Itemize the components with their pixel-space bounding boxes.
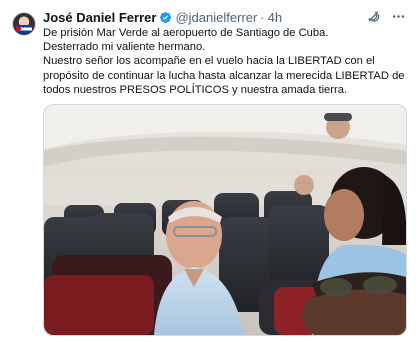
flag-triangle xyxy=(16,25,22,33)
author-meta: @jdanielferrer · 4h xyxy=(175,10,282,25)
tweet-header: José Daniel Ferrer @jdanielferrer · 4h xyxy=(43,9,282,25)
tweet-text: De prisión Mar Verde al aeropuerto de Sa… xyxy=(43,26,411,97)
airplane-cabin-photo xyxy=(44,105,406,335)
avatar[interactable] xyxy=(12,12,36,36)
author-handle[interactable]: @jdanielferrer xyxy=(175,10,257,25)
tweet: José Daniel Ferrer @jdanielferrer · 4h De … xyxy=(0,0,420,342)
tweet-line: De prisión Mar Verde al aeropuerto de Sa… xyxy=(43,27,329,39)
tweet-media-photo[interactable] xyxy=(43,104,407,336)
tweet-line: Desterrado mi valiente hermano. xyxy=(43,41,206,54)
tweet-time[interactable]: 4h xyxy=(268,10,282,25)
tweet-actions-top xyxy=(366,9,406,24)
verified-badge-icon xyxy=(160,11,172,23)
tweet-line: Nuestro señor los acompañe en el vuelo h… xyxy=(43,55,405,96)
separator-dot: · xyxy=(260,9,265,25)
more-icon[interactable] xyxy=(391,9,406,24)
grok-icon[interactable] xyxy=(366,9,381,24)
author-name[interactable]: José Daniel Ferrer xyxy=(43,10,156,25)
